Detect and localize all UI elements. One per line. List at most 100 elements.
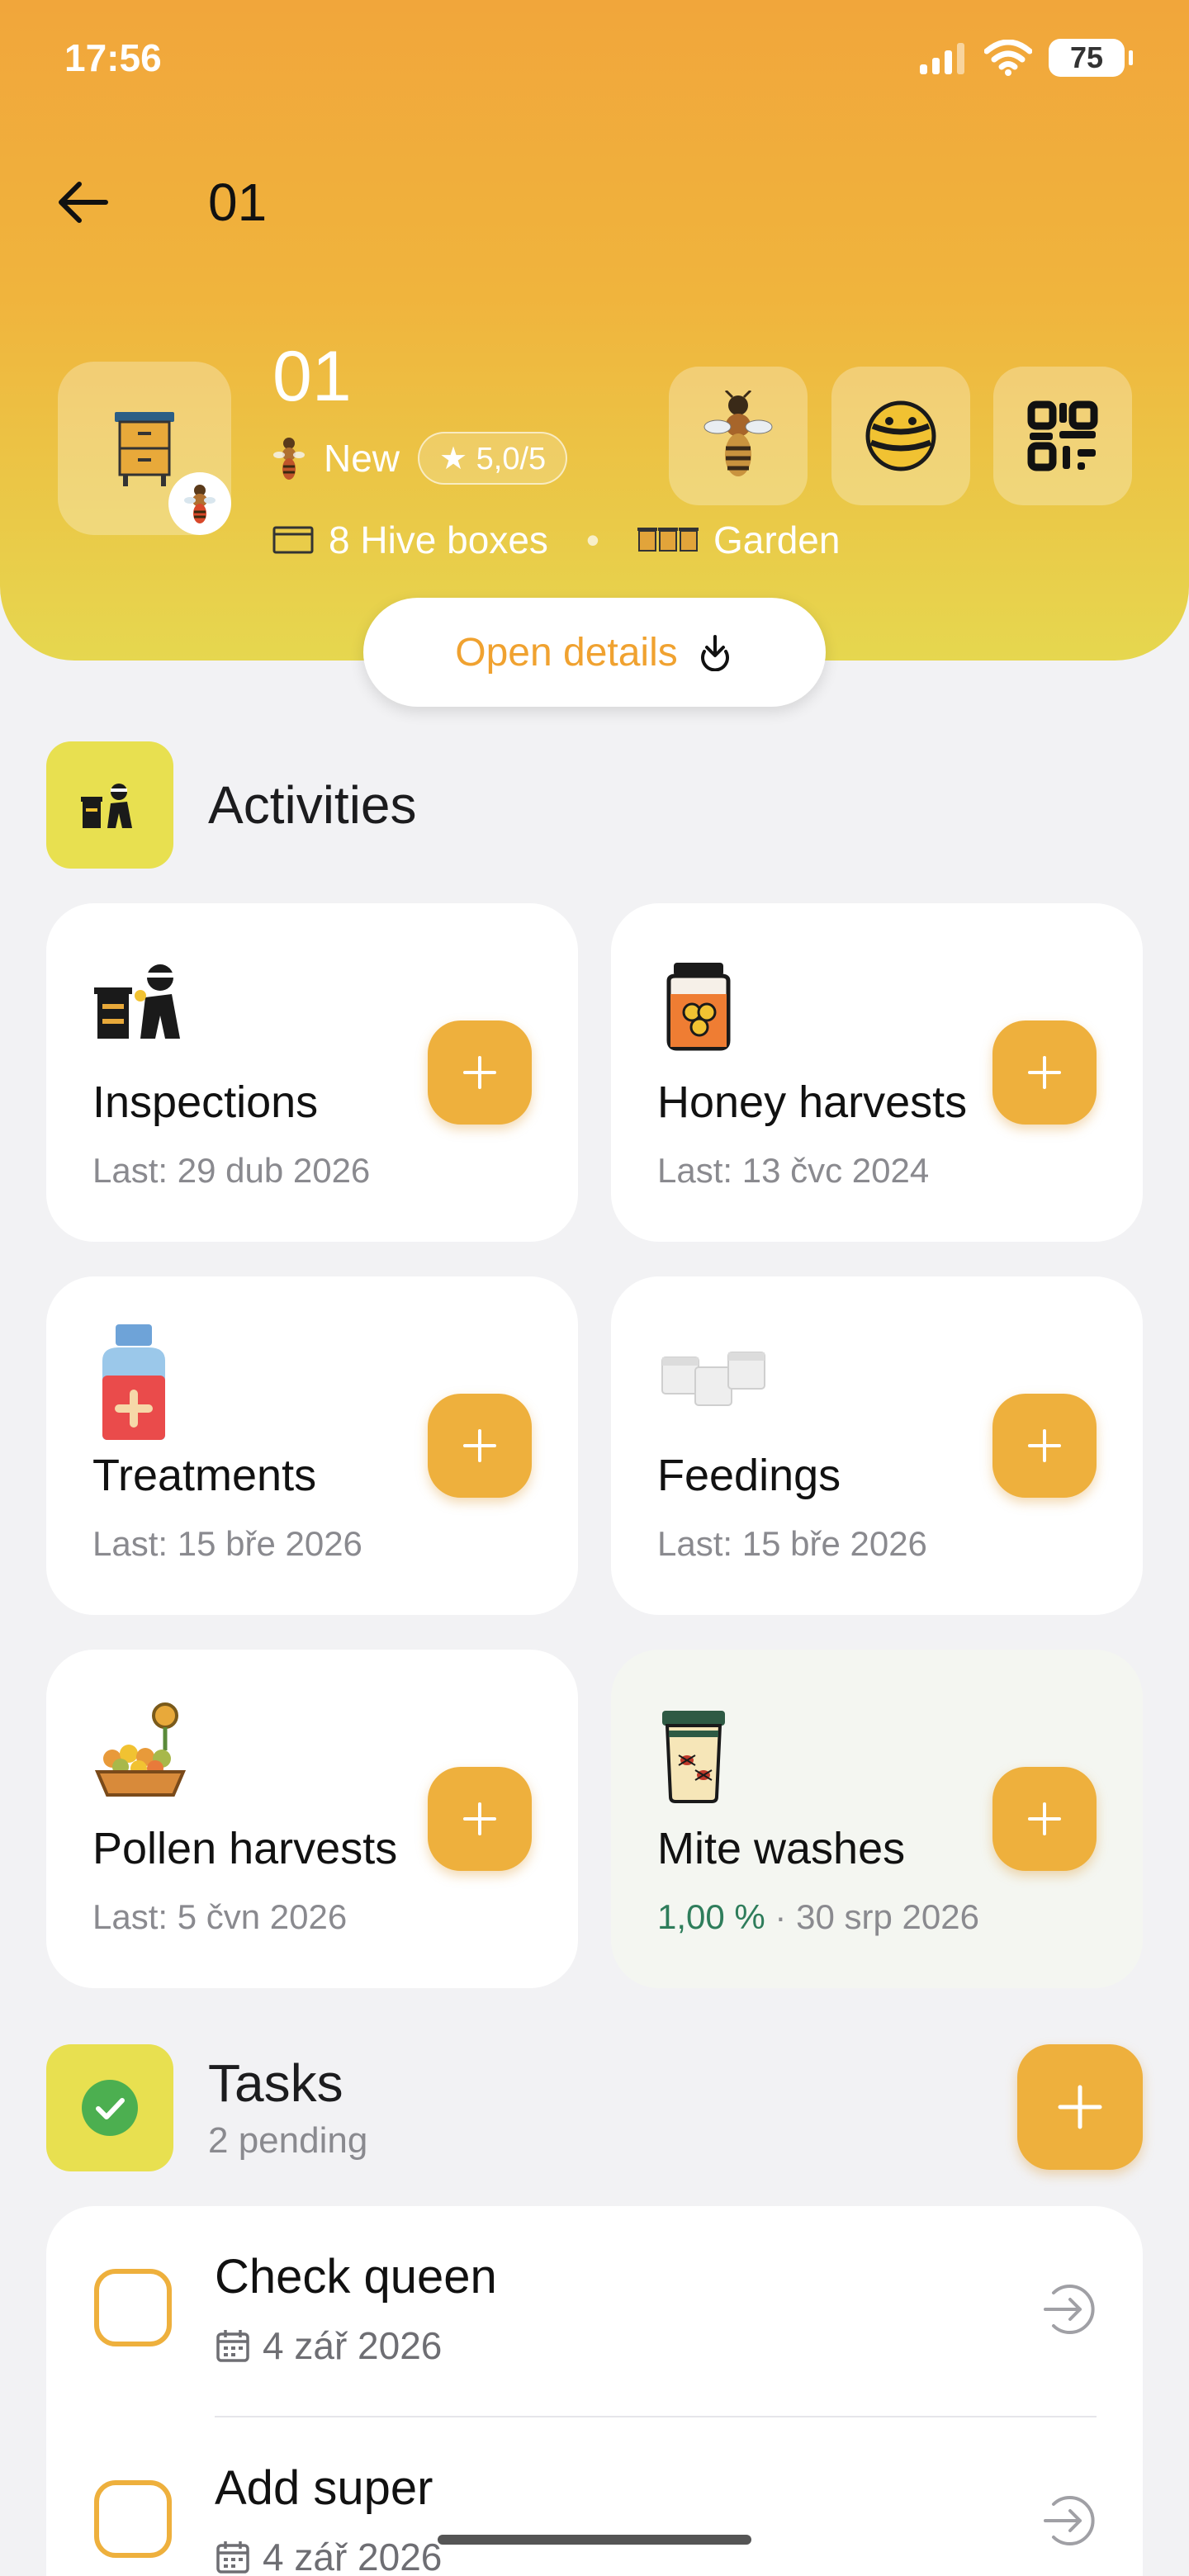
status-time: 17:56 xyxy=(64,36,162,79)
add-feeding-button[interactable] xyxy=(992,1394,1097,1498)
add-mite-wash-button[interactable] xyxy=(992,1767,1097,1871)
task-due-date: 4 zář 2026 xyxy=(263,2324,443,2367)
status-icons: 75 xyxy=(920,39,1133,77)
qr-code-button[interactable] xyxy=(993,367,1132,505)
plus-icon xyxy=(463,1802,496,1835)
back-button[interactable] xyxy=(50,169,116,235)
open-details-button[interactable]: Open details xyxy=(363,598,826,707)
task-item[interactable]: Add super 4 zář 2026 xyxy=(46,2417,1143,2576)
task-due-date-row: 4 zář 2026 xyxy=(215,2535,442,2576)
plus-icon xyxy=(463,1056,496,1089)
sugar-cubes-icon xyxy=(661,1352,765,1406)
activities-section-icon xyxy=(46,741,173,869)
task-due-date-row: 4 zář 2026 xyxy=(215,2323,442,2368)
calendar-icon xyxy=(216,2541,249,2574)
hive-boxes-count: 8 Hive boxes xyxy=(329,519,548,561)
hive-info-row: 8 Hive boxes • Garden xyxy=(272,515,840,565)
hive-status: New xyxy=(324,437,400,480)
task-due-date: 4 zář 2026 xyxy=(263,2536,443,2576)
hive-status-row: New ★ 5,0/5 xyxy=(272,429,568,487)
activity-name: Treatments xyxy=(92,1451,317,1500)
calendar-icon xyxy=(216,2330,249,2362)
activity-last-date: Last: 15 bře 2026 xyxy=(657,1524,927,1563)
tasks-pending-count: 2 pending xyxy=(208,2120,368,2161)
hive-box-icon xyxy=(115,412,174,486)
download-icon xyxy=(700,635,729,671)
tasks-title: Tasks xyxy=(208,2053,343,2113)
apiary-icon xyxy=(637,528,699,552)
open-task-icon[interactable] xyxy=(1042,2280,1100,2338)
activity-name: Honey harvests xyxy=(657,1077,968,1127)
pollen-icon-wrap xyxy=(94,1701,187,1802)
separator-dot: • xyxy=(585,519,600,561)
tasks-list: Check queen 4 zář 2026 Add super 4 zář 2… xyxy=(46,2206,1143,2576)
home-indicator[interactable] xyxy=(438,2535,751,2545)
activity-card-honey-harvests[interactable]: Honey harvests Last: 13 čvc 2024 xyxy=(611,903,1143,1242)
task-checkbox[interactable] xyxy=(94,2269,172,2346)
add-honey-harvest-button[interactable] xyxy=(992,1020,1097,1125)
honey-icon-wrap xyxy=(659,961,738,1056)
plus-icon xyxy=(1028,1056,1061,1089)
bee-swarm-icon xyxy=(865,400,936,471)
feeding-icon-wrap xyxy=(659,1346,768,1413)
battery-level: 75 xyxy=(1069,40,1104,74)
activity-last-date: Last: 13 čvc 2024 xyxy=(657,1151,930,1190)
beekeeper-icon xyxy=(81,784,132,828)
activity-name: Inspections xyxy=(92,1077,319,1127)
add-pollen-harvest-button[interactable] xyxy=(428,1767,532,1871)
status-bar: 17:56 75 xyxy=(64,33,1133,83)
check-circle-icon xyxy=(82,2080,138,2136)
plus-icon xyxy=(1028,1429,1061,1462)
activity-name: Pollen harvests xyxy=(92,1824,398,1873)
activity-last-date: Last: 15 bře 2026 xyxy=(92,1524,362,1563)
plus-icon xyxy=(463,1429,496,1462)
qr-code-icon xyxy=(1027,400,1098,471)
add-treatment-button[interactable] xyxy=(428,1394,532,1498)
activity-last-date: Last: 29 dub 2026 xyxy=(92,1151,371,1190)
signal-icon xyxy=(920,43,964,74)
plus-icon xyxy=(1058,2085,1102,2129)
treatment-icon-wrap xyxy=(94,1323,173,1446)
task-item[interactable]: Check queen 4 zář 2026 xyxy=(46,2206,1143,2417)
mite-wash-result: 1,00 % · 30 srp 2026 xyxy=(657,1897,979,1937)
activity-card-pollen-harvests[interactable]: Pollen harvests Last: 5 čvn 2026 xyxy=(46,1650,578,1988)
wifi-icon xyxy=(984,40,1032,76)
activity-last-date: Last: 5 čvn 2026 xyxy=(92,1897,348,1936)
arrow-left-icon xyxy=(59,182,108,223)
activity-card-inspections[interactable]: Inspections Last: 29 dub 2026 xyxy=(46,903,578,1242)
hive-name: 01 xyxy=(272,337,352,416)
activity-card-mite-washes[interactable]: Mite washes 1,00 % · 30 srp 2026 xyxy=(611,1650,1143,1988)
queen-bee-icon xyxy=(184,485,216,523)
open-details-label: Open details xyxy=(455,630,678,675)
activity-card-feedings[interactable]: Feedings Last: 15 bře 2026 xyxy=(611,1276,1143,1615)
pollen-basket-icon xyxy=(94,1702,187,1797)
activity-name: Mite washes xyxy=(657,1824,906,1873)
activities-title: Activities xyxy=(208,775,417,835)
mite-jar-icon xyxy=(662,1711,725,1803)
mite-wash-icon-wrap xyxy=(659,1707,728,1807)
mite-percentage: 1,00 % xyxy=(657,1897,765,1936)
activity-name: Feedings xyxy=(657,1451,841,1500)
activity-card-treatments[interactable]: Treatments Last: 15 bře 2026 xyxy=(46,1276,578,1615)
tasks-section-icon xyxy=(46,2044,173,2171)
page-title: 01 xyxy=(208,173,268,232)
open-task-icon[interactable] xyxy=(1042,2492,1100,2550)
queen-bee-icon xyxy=(273,438,305,480)
plus-icon xyxy=(1028,1802,1061,1835)
add-inspection-button[interactable] xyxy=(428,1020,532,1125)
inspections-icon-wrap xyxy=(94,961,190,1044)
rating-badge[interactable]: ★ 5,0/5 xyxy=(418,432,568,485)
beekeeper-icon xyxy=(94,964,180,1039)
colony-button[interactable] xyxy=(831,367,970,505)
queen-button[interactable] xyxy=(669,367,808,505)
task-title: Add super xyxy=(215,2461,433,2515)
hive-box-outline-icon xyxy=(272,526,314,554)
queen-badge xyxy=(168,472,231,535)
mite-wash-date: · 30 srp 2026 xyxy=(765,1897,979,1936)
add-task-button[interactable] xyxy=(1017,2044,1143,2170)
task-checkbox[interactable] xyxy=(94,2480,172,2558)
battery-indicator: 75 xyxy=(1049,39,1133,77)
honey-jar-icon xyxy=(666,963,731,1051)
task-title: Check queen xyxy=(215,2250,497,2304)
bee-icon xyxy=(703,391,773,476)
